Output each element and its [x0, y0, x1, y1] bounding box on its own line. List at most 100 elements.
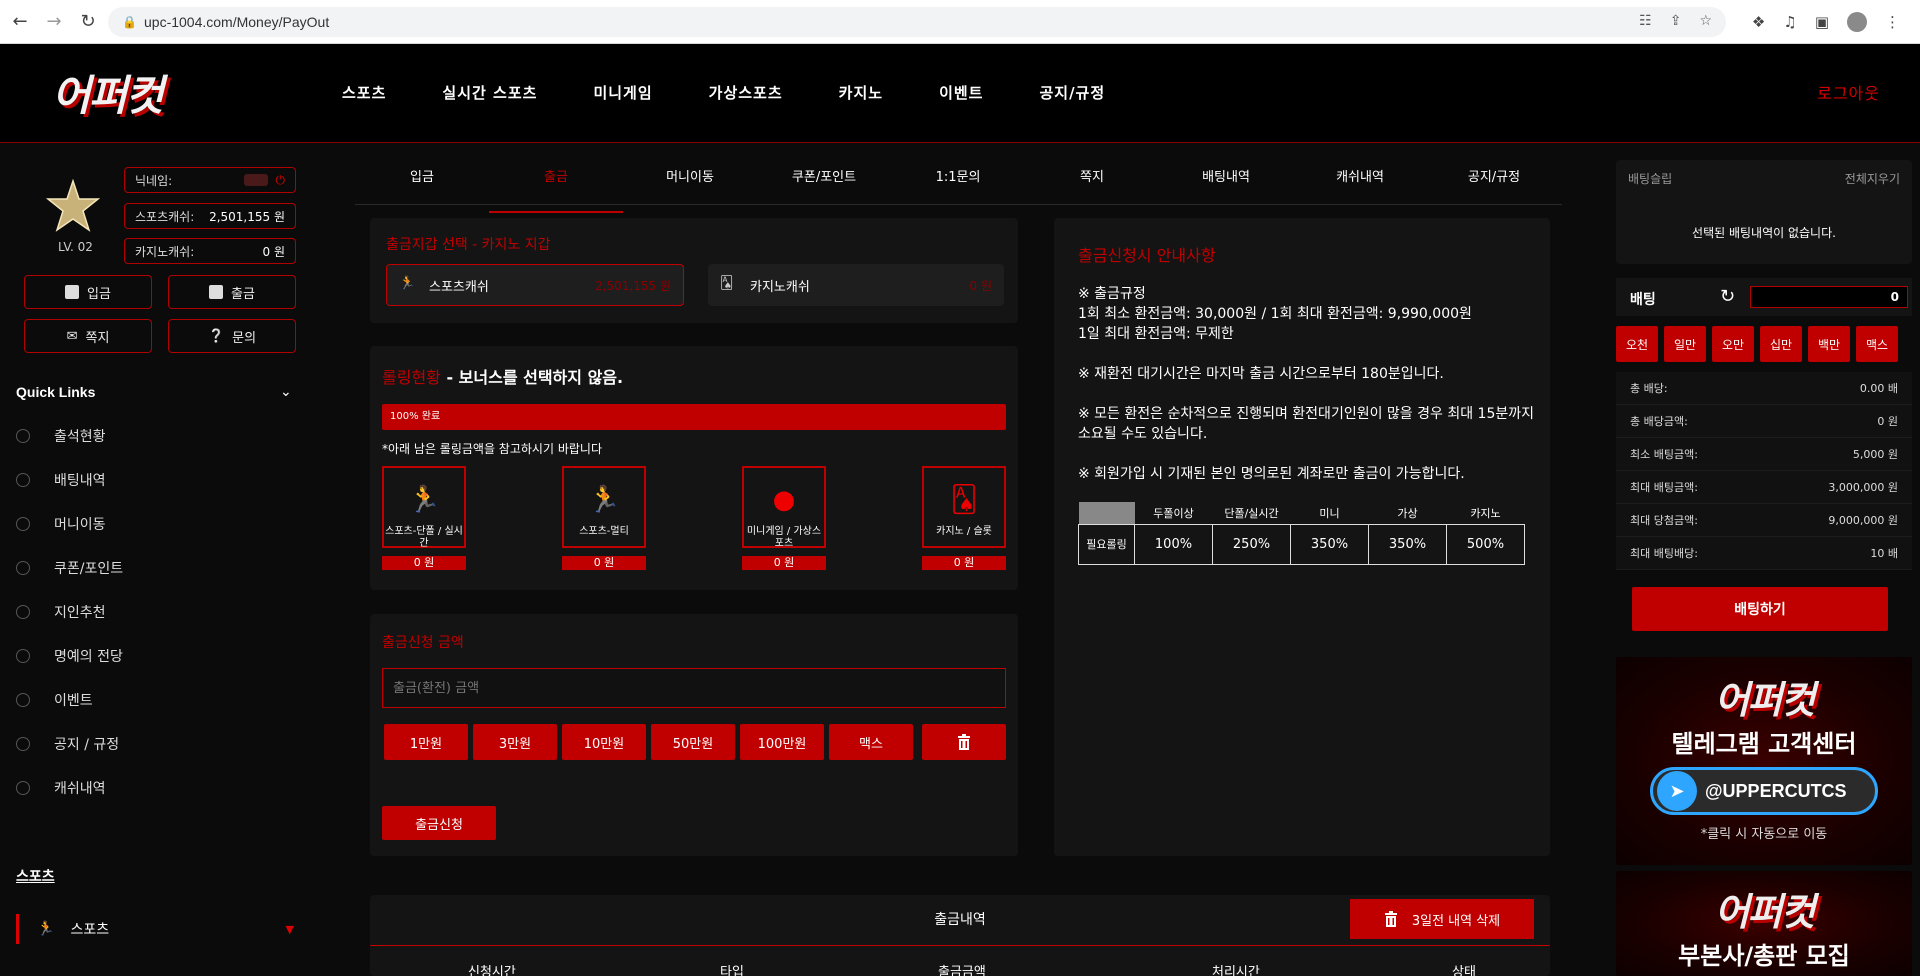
forward-icon[interactable]: → [40, 8, 68, 36]
chip-5k-button[interactable]: 오천 [1616, 326, 1658, 362]
delete-old-history-button[interactable]: 3일전 내역 삭제 [1350, 899, 1534, 939]
withdraw-submit-button[interactable]: 출금신청 [382, 806, 496, 840]
wallet-sports[interactable]: 🏃 스포츠캐쉬 2,501,155 원 [386, 264, 684, 306]
profile-avatar[interactable] [1847, 12, 1867, 32]
wallet-select-title: 출금지갑 선택 - 카지노 지갑 [386, 237, 551, 253]
message-button[interactable]: ✉ 쪽지 [24, 319, 152, 353]
amount-max-button[interactable]: 맥스 [829, 724, 913, 760]
quick-link-notice[interactable]: 공지 / 규정 [16, 733, 119, 755]
sidebar-item-sports[interactable]: 🏃 스포츠 ▼ [16, 914, 306, 944]
refresh-icon[interactable]: ↻ [1720, 286, 1735, 307]
rolling-game-amount: 0 원 [382, 556, 466, 570]
betslip-panel: 배팅슬립 전체지우기 선택된 배팅내역이 없습니다. [1616, 160, 1912, 264]
amount-500k-button[interactable]: 50만원 [651, 724, 735, 760]
quick-link-label: 머니이동 [54, 517, 106, 533]
logout-link[interactable]: 로그아웃 [1817, 80, 1880, 104]
nav-item-casino[interactable]: 카지노 [839, 82, 883, 103]
trash-icon [1384, 911, 1397, 927]
telegram-banner[interactable]: 어퍼컷 텔레그램 고객센터 ➤ @UPPERCUTCS *클릭 시 자동으로 이… [1616, 657, 1912, 865]
stat-value: 0.00 배 [1859, 382, 1898, 395]
withdraw-button[interactable]: 출금 [168, 275, 296, 309]
rolling-title: 롤링현황 - 보너스를 선택하지 않음. [382, 364, 623, 388]
amount-30k-button[interactable]: 3만원 [473, 724, 557, 760]
money-tabs: 입금 출금 머니이동 쿠폰/포인트 1:1문의 쪽지 배팅내역 캐쉬내역 공지/… [355, 160, 1562, 213]
share-icon[interactable]: ⇪ [1670, 13, 1682, 29]
reload-icon[interactable]: ↻ [74, 8, 102, 36]
tab-deposit[interactable]: 입금 [355, 160, 489, 204]
back-icon[interactable]: ← [6, 8, 34, 36]
clear-amount-button[interactable] [922, 724, 1006, 760]
tab-message[interactable]: 쪽지 [1025, 160, 1159, 204]
table-cell: 350% [1368, 523, 1447, 565]
quick-link-bet-history[interactable]: 배팅내역 [16, 469, 106, 491]
site-logo[interactable]: 어퍼컷 [52, 62, 242, 122]
rolling-title-white: - 보너스를 선택하지 않음. [440, 368, 624, 387]
wallet-casino[interactable]: 🂡 카지노캐쉬 0 원 [708, 264, 1004, 306]
nav-item-notice[interactable]: 공지/규정 [1039, 82, 1105, 103]
quick-link-referral[interactable]: 지인추천 [16, 601, 106, 623]
chevron-down-icon[interactable]: ⌄ [280, 384, 292, 400]
nav-item-event[interactable]: 이벤트 [939, 82, 983, 103]
stat-row: 최대 배팅금액: 3,000,000 원 [1616, 471, 1912, 504]
extensions-icon[interactable]: ❖ [1752, 13, 1765, 31]
quick-link-coupon[interactable]: 쿠폰/포인트 [16, 557, 123, 579]
tab-inquiry[interactable]: 1:1문의 [891, 160, 1025, 204]
bet-amount-input[interactable]: 0 [1750, 286, 1908, 308]
tab-cash-history[interactable]: 캐쉬내역 [1293, 160, 1427, 204]
chip-50k-button[interactable]: 오만 [1712, 326, 1754, 362]
nav-item-live-sports[interactable]: 실시간 스포츠 [442, 82, 537, 103]
quick-links-title: Quick Links [16, 384, 96, 400]
withdraw-form-panel: 출금신청 금액 1만원 3만원 10만원 50만원 100만원 맥스 출금신청 [370, 614, 1018, 856]
quick-link-money-transfer[interactable]: 머니이동 [16, 513, 106, 535]
quick-link-cash-history[interactable]: 캐쉬내역 [16, 777, 106, 799]
deposit-button[interactable]: 입금 [24, 275, 152, 309]
withdraw-amount-input[interactable] [382, 668, 1006, 708]
tab-bet-history[interactable]: 배팅내역 [1159, 160, 1293, 204]
stat-value: 0 원 [1877, 415, 1898, 428]
rolling-game-amount: 0 원 [562, 556, 646, 570]
amount-10k-button[interactable]: 1만원 [384, 724, 468, 760]
diamond-icon [16, 649, 30, 663]
quick-link-event[interactable]: 이벤트 [16, 689, 93, 711]
translate-icon[interactable]: ☷ [1639, 13, 1652, 29]
trash-icon [958, 734, 970, 750]
nav-item-minigame[interactable]: 미니게임 [593, 82, 652, 103]
media-icon[interactable]: ♫ [1783, 13, 1796, 31]
tab-withdraw[interactable]: 출금 [489, 160, 623, 213]
sports-cash-box: 스포츠캐쉬: 2,501,155 원 [124, 203, 296, 229]
quick-link-attendance[interactable]: 출석현황 [16, 425, 106, 447]
bookmark-star-icon[interactable]: ☆ [1699, 13, 1712, 29]
logo-text: 어퍼컷 [52, 71, 164, 120]
menu-icon[interactable]: ⋮ [1885, 13, 1900, 31]
address-bar[interactable]: 🔒 upc-1004.com/Money/PayOut ☷ ⇪ ☆ [108, 7, 1726, 37]
quick-link-label: 출석현황 [54, 429, 106, 445]
rolling-game-box: 🂡 카지노 / 슬롯 [922, 466, 1006, 548]
power-icon[interactable]: ⏻ [276, 173, 286, 187]
chip-1m-button[interactable]: 백만 [1808, 326, 1850, 362]
quick-link-label: 지인추천 [54, 605, 106, 621]
chip-max-button[interactable]: 맥스 [1856, 326, 1898, 362]
place-bet-button[interactable]: 배팅하기 [1632, 587, 1888, 631]
url-text: upc-1004.com/Money/PayOut [144, 14, 330, 30]
chip-10k-button[interactable]: 일만 [1664, 326, 1706, 362]
tab-coupon-point[interactable]: 쿠폰/포인트 [757, 160, 891, 204]
tab-money-transfer[interactable]: 머니이동 [623, 160, 757, 204]
amount-100k-button[interactable]: 10만원 [562, 724, 646, 760]
inquiry-button[interactable]: ❔ 문의 [168, 319, 296, 353]
tab-notice[interactable]: 공지/규정 [1427, 160, 1561, 204]
amount-1m-button[interactable]: 100만원 [740, 724, 824, 760]
nav-item-sports[interactable]: 스포츠 [342, 82, 386, 103]
stat-label: 최대 배팅배당: [1630, 547, 1698, 560]
stat-row: 총 배당금액: 0 원 [1616, 405, 1912, 438]
partner-banner[interactable]: 어퍼컷 부본사/총판 모집 [1616, 871, 1912, 976]
wallet-sports-amount: 2,501,155 원 [595, 278, 671, 293]
clear-all-link[interactable]: 전체지우기 [1845, 170, 1900, 187]
guide-title: 출금신청시 안내사항 [1078, 246, 1216, 265]
nav-item-virtual-sports[interactable]: 가상스포츠 [709, 82, 783, 103]
runner-icon: 🏃 [37, 921, 55, 937]
gear-icon [16, 473, 30, 487]
chip-100k-button[interactable]: 십만 [1760, 326, 1802, 362]
rolling-progress-text: 100% 완료 [390, 411, 441, 422]
quick-link-hall-of-fame[interactable]: 명예의 전당 [16, 645, 123, 667]
sidepanel-icon[interactable]: ▣ [1815, 13, 1829, 31]
